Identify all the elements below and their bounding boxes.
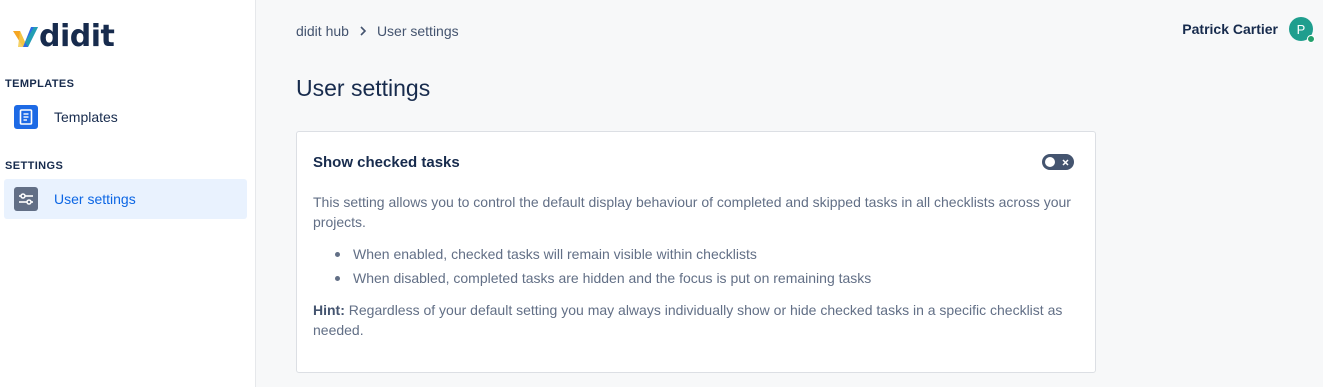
sliders-icon — [14, 187, 38, 211]
hint-label: Hint: — [313, 302, 345, 318]
bullet-text: When enabled, checked tasks will remain … — [353, 246, 757, 262]
close-icon — [1060, 157, 1070, 167]
didit-logo-mark-icon — [13, 27, 38, 47]
page-title: User settings — [296, 75, 431, 101]
sidebar-item-label: Templates — [54, 109, 118, 125]
user-menu[interactable]: Patrick Cartier P — [1182, 17, 1315, 43]
setting-title: Show checked tasks — [313, 154, 460, 171]
toggle-knob — [1045, 157, 1055, 167]
didit-logo[interactable]: didit — [12, 19, 115, 54]
setting-bullet-list: When enabled, checked tasks will remain … — [313, 244, 1083, 292]
chevron-right-icon — [359, 26, 367, 36]
sidebar-section-settings-title: SETTINGS — [5, 160, 64, 172]
list-item: When enabled, checked tasks will remain … — [313, 244, 1083, 264]
setting-hint: Hint: Regardless of your default setting… — [313, 300, 1083, 340]
sidebar-section-templates-title: TEMPLATES — [5, 78, 75, 90]
sidebar: didit TEMPLATES Templates SETTINGS User … — [0, 0, 256, 387]
document-icon — [14, 105, 38, 129]
bullet-dot — [335, 276, 340, 281]
avatar[interactable]: P — [1289, 17, 1315, 43]
logo-text: didit — [39, 19, 115, 54]
user-name: Patrick Cartier — [1182, 21, 1278, 37]
hint-text: Regardless of your default setting you m… — [313, 302, 1063, 338]
setting-description: This setting allows you to control the d… — [313, 194, 1071, 230]
online-status-indicator — [1307, 35, 1315, 43]
sidebar-item-templates[interactable]: Templates — [4, 97, 247, 137]
breadcrumb: didit hub User settings — [296, 23, 459, 39]
list-item: When disabled, completed tasks are hidde… — [313, 268, 1083, 288]
bullet-text: When disabled, completed tasks are hidde… — [353, 270, 872, 286]
sidebar-item-user-settings[interactable]: User settings — [4, 179, 247, 219]
sidebar-item-label: User settings — [54, 191, 136, 207]
bullet-dot — [335, 252, 340, 257]
breadcrumb-item-user-settings[interactable]: User settings — [377, 23, 459, 39]
breadcrumb-item-didit-hub[interactable]: didit hub — [296, 23, 349, 39]
setting-card-show-checked-tasks: Show checked tasks This setting allows y… — [296, 131, 1096, 373]
avatar-initial: P — [1296, 21, 1306, 37]
show-checked-tasks-toggle[interactable] — [1042, 154, 1074, 170]
